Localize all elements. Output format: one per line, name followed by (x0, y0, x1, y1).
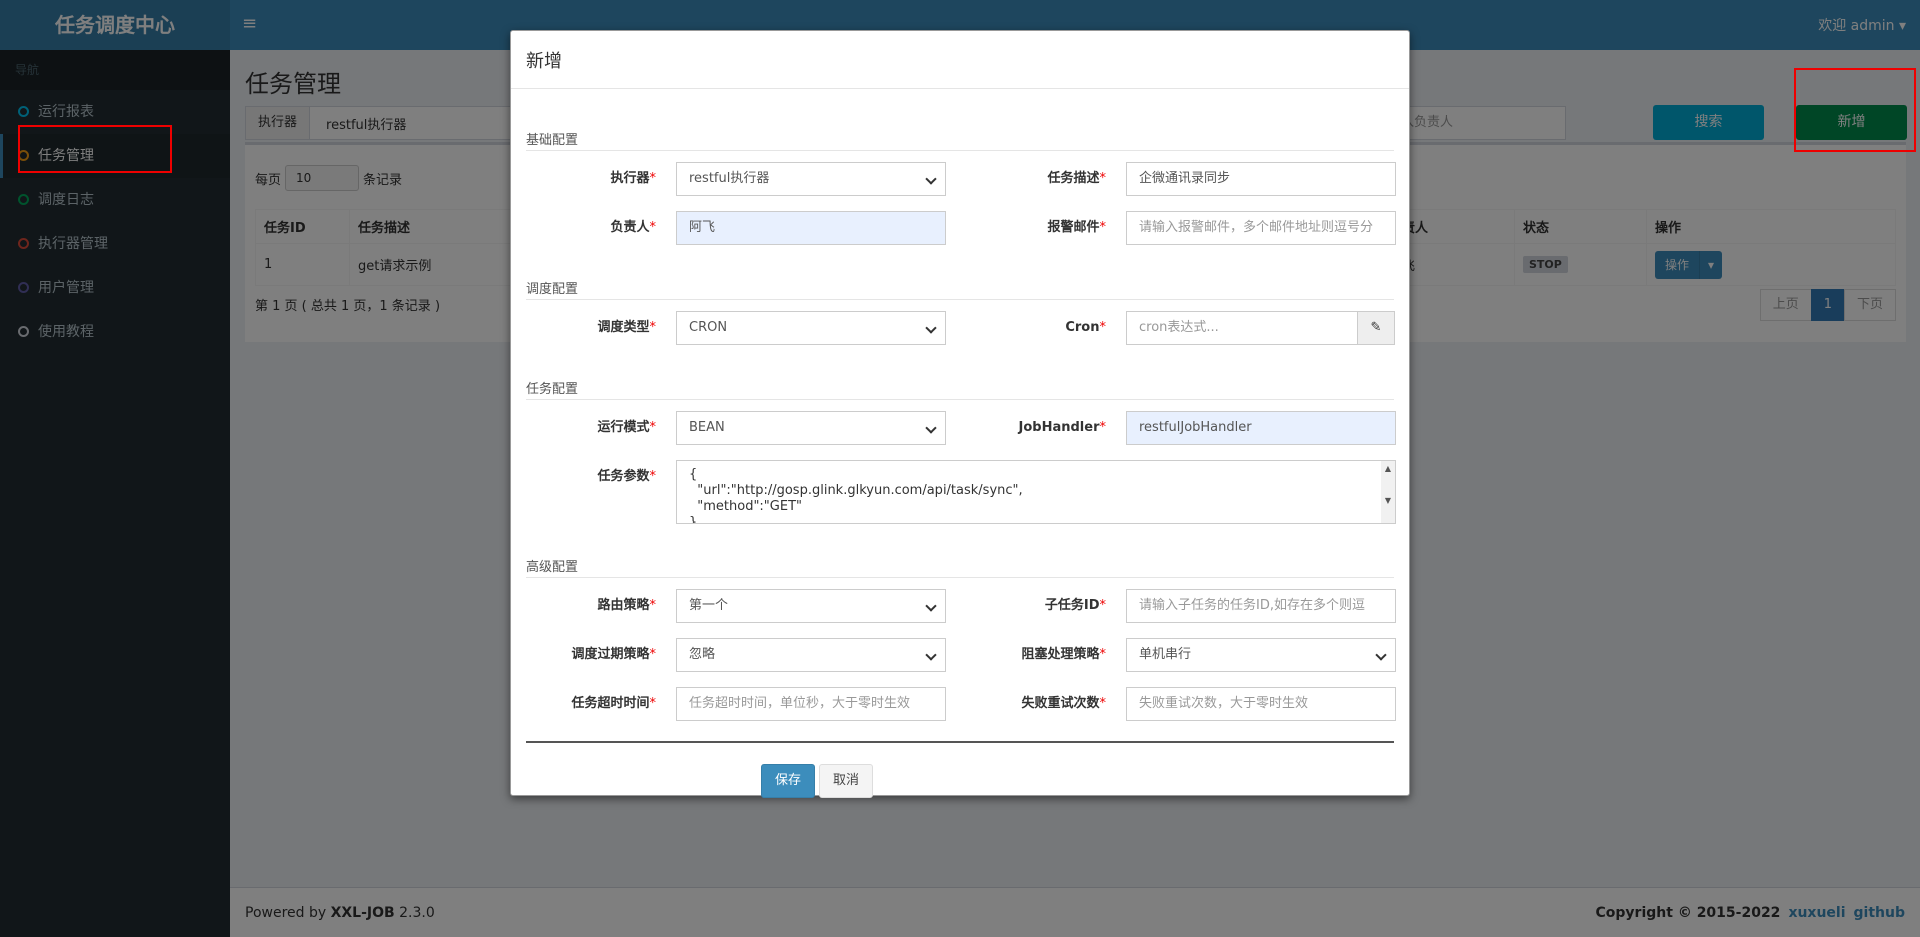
job-param-label: 任务参数* (597, 469, 656, 484)
glue-type-label: 运行模式* (597, 420, 656, 435)
divider (526, 741, 1394, 743)
save-button[interactable]: 保存 (761, 764, 815, 798)
highlight-box-add (1794, 68, 1916, 152)
fail-retry-input[interactable]: 失败重试次数，大于零时生效 (1126, 687, 1396, 721)
executor-select[interactable]: restful执行器 (676, 162, 946, 196)
modal-title: 新增 (511, 31, 1409, 89)
child-job-input[interactable]: 请输入子任务的任务ID,如存在多个则逗 (1126, 589, 1396, 623)
timeout-input[interactable]: 任务超时时间，单位秒，大于零时生效 (676, 687, 946, 721)
author-input[interactable]: 阿飞 (676, 211, 946, 245)
job-desc-label: 任务描述* (1047, 171, 1106, 186)
section-schedule: 调度配置 (526, 280, 1394, 300)
highlight-box-sidebar (18, 125, 172, 173)
schedule-type-label: 调度类型* (597, 320, 656, 335)
add-job-modal: 新增 基础配置 执行器* restful执行器 任务描述* 企微通讯录同步 负责… (510, 30, 1410, 798)
edit-icon[interactable]: ✎ (1357, 311, 1395, 345)
job-param-text: { "url":"http://gosp.glink.glkyun.com/ap… (689, 467, 1023, 524)
job-handler-input[interactable]: restfulJobHandler (1126, 411, 1396, 445)
scrollbar[interactable]: ▲ ▼ (1381, 461, 1395, 523)
cron-label: Cron* (1065, 320, 1106, 335)
section-task: 任务配置 (526, 380, 1394, 400)
cron-input[interactable]: cron表达式... (1126, 311, 1358, 345)
section-advanced: 高级配置 (526, 558, 1394, 578)
job-param-textarea[interactable]: { "url":"http://gosp.glink.glkyun.com/ap… (676, 460, 1396, 524)
alarm-email-label: 报警邮件* (1047, 220, 1106, 235)
cancel-button[interactable]: 取消 (819, 764, 873, 798)
job-desc-input[interactable]: 企微通讯录同步 (1126, 162, 1396, 196)
misfire-select[interactable]: 忽略 (676, 638, 946, 672)
misfire-label: 调度过期策略* (571, 647, 656, 662)
section-basic: 基础配置 (526, 131, 1394, 151)
alarm-email-input[interactable]: 请输入报警邮件，多个邮件地址则逗号分 (1126, 211, 1396, 245)
schedule-type-select[interactable]: CRON (676, 311, 946, 345)
timeout-label: 任务超时时间* (571, 696, 656, 711)
child-job-label: 子任务ID* (1044, 598, 1106, 613)
fail-retry-label: 失败重试次数* (1021, 696, 1106, 711)
block-select[interactable]: 单机串行 (1126, 638, 1396, 672)
glue-type-select[interactable]: BEAN (676, 411, 946, 445)
job-handler-label: JobHandler* (1018, 420, 1106, 435)
block-label: 阻塞处理策略* (1021, 647, 1106, 662)
author-label: 负责人* (610, 220, 656, 235)
executor-label: 执行器* (610, 171, 656, 186)
route-select[interactable]: 第一个 (676, 589, 946, 623)
route-label: 路由策略* (597, 598, 656, 613)
